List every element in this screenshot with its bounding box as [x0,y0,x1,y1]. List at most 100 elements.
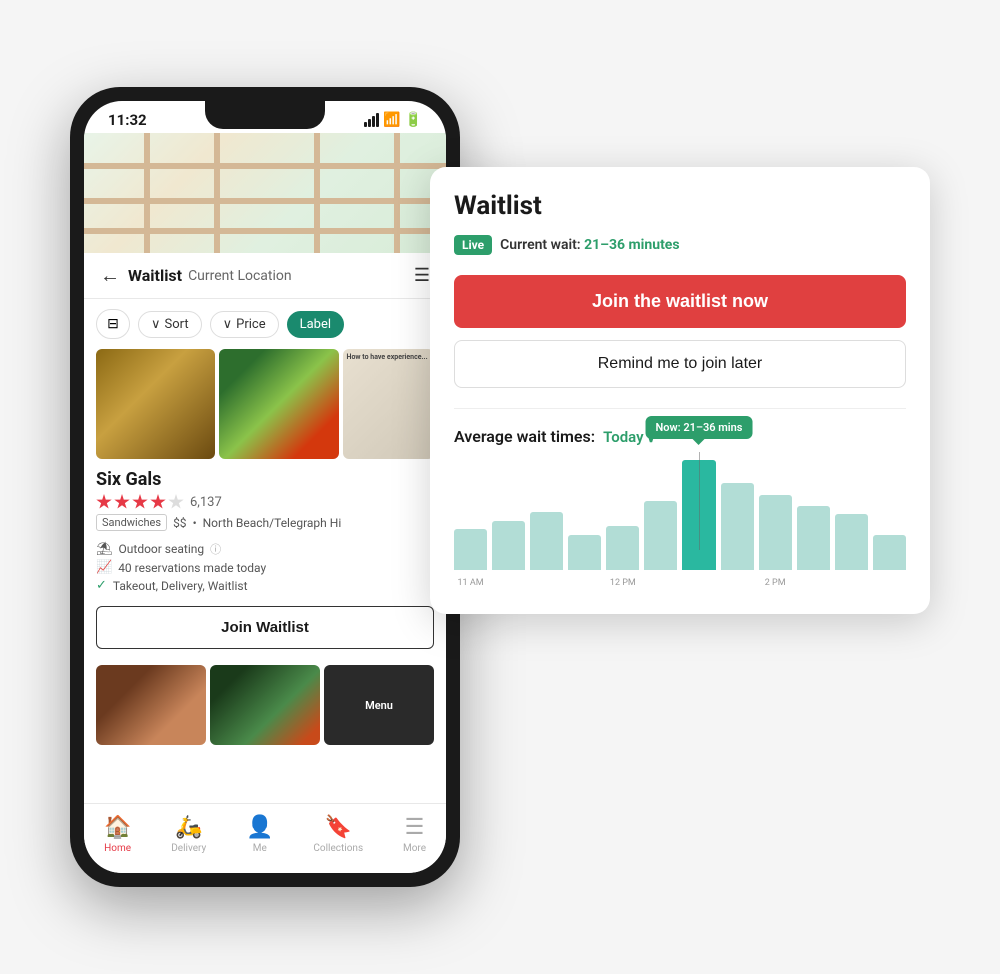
bar-label-8: 2 PM [765,578,786,588]
star-5 [168,494,184,510]
nav-bar: ← Waitlist Current Location ☰ [84,253,446,299]
outdoor-seating-info: ⛱ Outdoor seating ⓘ [96,541,434,557]
current-wait-label: Current wait: [500,237,580,253]
signal-icon [364,113,379,127]
star-3 [132,494,148,510]
food-image-2 [219,349,338,459]
tab-collections[interactable]: 🔖 Collections [313,815,363,854]
divider [454,408,906,409]
map-area [84,133,446,253]
restaurant-name: Six Gals [96,469,434,490]
label-button[interactable]: Label [287,311,344,338]
phone-inner: 11:32 📶 🔋 [84,101,446,873]
star-4 [150,494,166,510]
rest2-image-3: Menu [324,665,434,745]
bar-chart: 11 AM12 PMNow: 21–36 mins2 PM [454,460,906,590]
me-icon: 👤 [246,815,273,840]
status-time: 11:32 [108,111,147,129]
star-2 [114,494,130,510]
bar-7 [721,483,754,570]
bar-6: Now: 21–36 mins [682,460,715,570]
rest2-image-1 [96,665,206,745]
sort-button[interactable]: ∨ Sort [138,311,202,338]
avg-wait-label: Average wait times: [454,427,595,446]
bar-1 [492,521,525,570]
notch [205,101,325,129]
bar-9 [797,506,830,570]
price-label: Price [236,317,265,332]
second-restaurant-images: Menu [84,665,446,745]
rest2-image-2 [210,665,320,745]
waitlist-card: Waitlist Live Current wait: 21–36 minute… [430,167,930,614]
bar-11 [873,535,906,570]
filter-button[interactable]: ⊟ [96,309,130,339]
more-icon: ☰ [405,815,425,840]
star-rating [96,494,184,510]
bullet: • [193,516,197,530]
remind-later-button[interactable]: Remind me to join later [454,340,906,388]
review-count: 6,137 [190,495,222,510]
restaurant-card: How to have experience... Six Gals 6,137 [84,349,446,661]
collections-icon: 🔖 [325,815,352,840]
wifi-icon: 📶 [383,112,400,128]
menu-icon[interactable]: ☰ [414,265,430,286]
star-1 [96,494,112,510]
tab-more-label: More [403,843,426,854]
info-icon: ⓘ [210,541,221,557]
tab-bar: 🏠 Home 🛵 Delivery 👤 Me 🔖 Collections ☰ [84,803,446,873]
nav-title: Waitlist [128,266,182,285]
status-icons: 📶 🔋 [364,112,422,128]
reservations-label: 40 reservations made today [118,561,266,575]
bar-0: 11 AM [454,529,487,570]
label-label: Label [300,317,331,332]
join-now-button[interactable]: Join the waitlist now [454,275,906,328]
tab-me-label: Me [253,843,267,854]
reservations-info: 📈 40 reservations made today [96,560,434,575]
bar-label-0: 11 AM [457,578,483,588]
current-wait-time: 21–36 minutes [584,237,679,253]
restaurant-meta: Sandwiches $$ • North Beach/Telegraph Hi [96,514,434,531]
price-arrow-icon: ∨ [223,317,233,332]
tab-me[interactable]: 👤 Me [246,815,273,854]
tab-collections-label: Collections [313,843,363,854]
today-label: Today [603,428,643,446]
waitlist-card-title: Waitlist [454,191,906,221]
scene: 11:32 📶 🔋 [70,47,930,927]
bar-5 [644,501,677,570]
chart-icon: 📈 [96,560,112,575]
menu-overlay-label: Menu [365,699,393,712]
bar-8: 2 PM [759,495,792,570]
outdoor-seating-label: Outdoor seating [119,542,205,556]
restaurant-location: North Beach/Telegraph Hi [203,516,342,530]
back-button[interactable]: ← [100,263,120,288]
sort-arrow-icon: ∨ [151,317,161,332]
restaurant-images: How to have experience... [96,349,434,459]
tab-delivery[interactable]: 🛵 Delivery [171,815,206,854]
delivery-icon: 🛵 [175,815,202,840]
battery-icon: 🔋 [405,112,422,128]
home-icon: 🏠 [104,815,131,840]
filter-bar: ⊟ ∨ Sort ∨ Price Label [84,299,446,349]
umbrella-icon: ⛱ [96,542,113,557]
bar-10 [835,514,868,570]
live-wait-row: Live Current wait: 21–36 minutes [454,235,906,255]
price-indicator: $$ [173,516,187,530]
category-tag: Sandwiches [96,514,167,531]
article-image: How to have experience... [343,349,434,459]
phone: 11:32 📶 🔋 [70,87,460,887]
tab-more[interactable]: ☰ More [403,815,426,854]
tooltip-line [699,452,700,550]
current-wait-text: Current wait: 21–36 minutes [500,237,679,253]
nav-subtitle: Current Location [188,268,292,284]
services-label: Takeout, Delivery, Waitlist [113,579,248,593]
tab-delivery-label: Delivery [171,843,206,854]
join-waitlist-button[interactable]: Join Waitlist [96,606,434,649]
food-image-1 [96,349,215,459]
tab-home[interactable]: 🏠 Home [104,815,131,854]
filter-sliders-icon: ⊟ [107,316,119,332]
check-icon: ✓ [96,578,107,593]
tab-home-label: Home [104,843,131,854]
price-button[interactable]: ∨ Price [210,311,279,338]
services-info: ✓ Takeout, Delivery, Waitlist [96,578,434,593]
sort-label: Sort [165,317,189,332]
